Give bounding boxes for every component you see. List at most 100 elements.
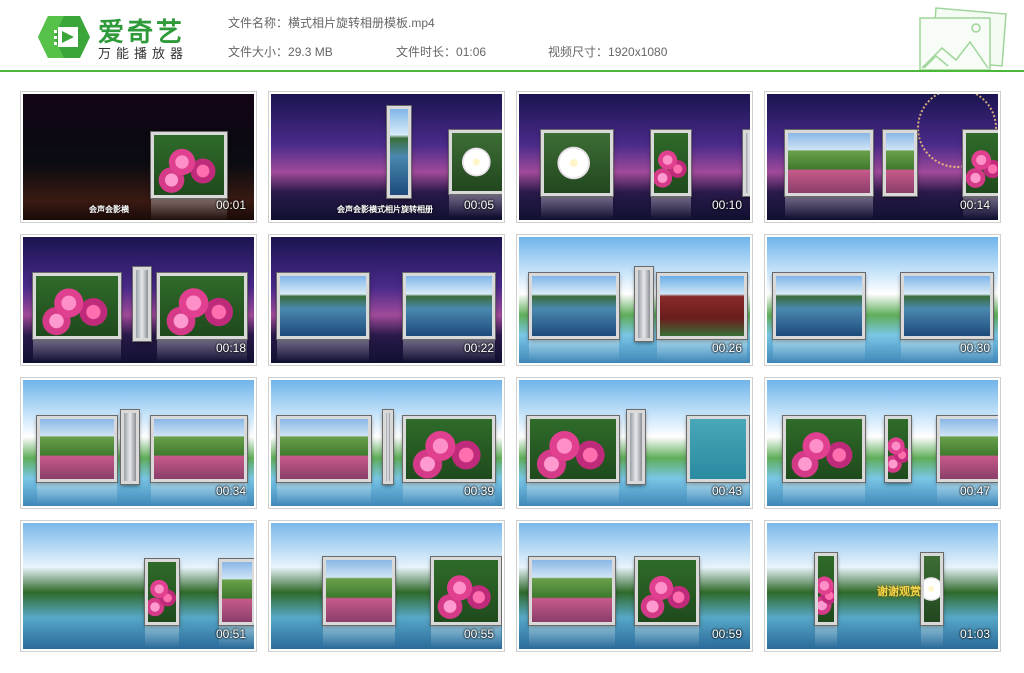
timestamp: 00:26 (711, 341, 742, 355)
photo-frame (885, 416, 911, 482)
file-name-label: 文件名称： (228, 16, 289, 30)
file-name-value: 横式相片旋转相册模板.mp4 (288, 16, 435, 30)
timestamp: 00:51 (215, 627, 246, 641)
photo-frame (815, 553, 837, 648)
photo-frame (687, 416, 749, 505)
thumbnail[interactable]: 00:10 (516, 91, 753, 223)
thumbnail[interactable]: 谢谢观赏 01:03 (764, 520, 1001, 652)
thumbnail[interactable]: 00:14 (764, 91, 1001, 223)
thumbnail[interactable]: 会声会影横式相片旋转相册 00:05 (268, 91, 505, 223)
timestamp: 00:43 (711, 484, 742, 498)
photo-frame (651, 130, 691, 219)
photo-frame (449, 130, 502, 217)
photo-frame (921, 553, 943, 648)
file-duration-label: 文件时长： (396, 45, 457, 59)
photo-frame (527, 416, 619, 505)
thumbnail[interactable]: 00:26 (516, 234, 753, 366)
photo-frame (277, 416, 371, 505)
photo-frame (963, 130, 998, 219)
timestamp: 00:18 (215, 341, 246, 355)
video-frame: 00:34 (23, 380, 254, 506)
photo-frame (635, 557, 699, 648)
video-frame: 00:47 (767, 380, 998, 506)
thumbnail[interactable]: 00:47 (764, 377, 1001, 509)
iqiyi-logo-icon (38, 16, 90, 58)
photo-frame (383, 410, 393, 484)
file-size-label: 文件大小： (228, 45, 289, 59)
timestamp: 00:14 (959, 198, 990, 212)
file-name-info: 文件名称：横式相片旋转相册模板.mp4 (228, 14, 435, 31)
photo-frame (529, 273, 619, 362)
video-frame: 00:22 (271, 237, 502, 363)
thumbnail[interactable]: 00:22 (268, 234, 505, 366)
file-duration-value: 01:06 (456, 45, 487, 59)
photo-frame (773, 273, 865, 362)
photo-stack-decoration-icon (919, 7, 1007, 70)
thumbnail[interactable]: 00:34 (20, 377, 257, 509)
file-size-info: 文件大小：29.3 MB (228, 43, 333, 60)
video-frame: 会声会影横式相片旋转相册 00:05 (271, 94, 502, 220)
photo-frame (529, 557, 615, 648)
photo-frame (403, 273, 495, 362)
video-frame: 00:14 (767, 94, 998, 220)
video-frame: 00:26 (519, 237, 750, 363)
thumbnail-grid: 会声会影横 00:01 会声会影横式相片旋转相册 00:05 00:10 00:… (20, 91, 1004, 655)
photo-frame (121, 410, 139, 484)
timestamp: 01:03 (959, 627, 990, 641)
photo-frame (151, 132, 227, 220)
timestamp: 00:05 (463, 198, 494, 212)
photo-frame (277, 273, 369, 362)
video-resolution-label: 视频尺寸： (548, 45, 609, 59)
photo-frame (37, 416, 117, 505)
photo-frame (33, 273, 121, 362)
thumbnail[interactable]: 00:59 (516, 520, 753, 652)
thumbnail[interactable]: 会声会影横 00:01 (20, 91, 257, 223)
thumbnail[interactable]: 00:30 (764, 234, 1001, 366)
photo-frame (431, 557, 501, 648)
thumbnail[interactable]: 00:43 (516, 377, 753, 509)
thumbnail[interactable]: 00:18 (20, 234, 257, 366)
photo-frame (403, 416, 495, 505)
photo-frame (937, 416, 998, 505)
frame-caption: 会声会影横 (89, 205, 129, 214)
photo-frame (743, 130, 750, 196)
photo-frame (151, 416, 247, 505)
photo-frame (145, 559, 179, 648)
timestamp: 00:10 (711, 198, 742, 212)
photo-frame (901, 273, 993, 362)
photo-frame (219, 559, 254, 648)
video-frame: 谢谢观赏 01:03 (767, 523, 998, 649)
video-frame: 00:39 (271, 380, 502, 506)
timestamp: 00:30 (959, 341, 990, 355)
photo-frame (657, 273, 747, 362)
timestamp: 00:59 (711, 627, 742, 641)
timestamp: 00:47 (959, 484, 990, 498)
video-frame: 00:18 (23, 237, 254, 363)
file-size-value: 29.3 MB (288, 45, 333, 59)
photo-frame (387, 106, 411, 198)
video-resolution-value: 1920x1080 (608, 45, 668, 59)
video-frame: 会声会影横 00:01 (23, 94, 254, 220)
photo-frame (883, 130, 917, 196)
header: 爱奇艺 万能播放器 文件名称：横式相片旋转相册模板.mp4 文件大小：29.3 … (0, 0, 1024, 72)
video-frame: 00:59 (519, 523, 750, 649)
timestamp: 00:34 (215, 484, 246, 498)
video-frame: 00:30 (767, 237, 998, 363)
photo-frame (783, 416, 865, 505)
thumbnail[interactable]: 00:39 (268, 377, 505, 509)
photo-frame (541, 130, 613, 219)
photo-frame (785, 130, 873, 219)
photo-frame (133, 267, 151, 341)
video-frame: 00:55 (271, 523, 502, 649)
video-resolution-info: 视频尺寸：1920x1080 (548, 43, 667, 60)
brand-subtitle: 万能播放器 (98, 46, 189, 61)
thumbnail[interactable]: 00:55 (268, 520, 505, 652)
brand-logo: 爱奇艺 万能播放器 (36, 12, 196, 62)
thumbnail[interactable]: 00:51 (20, 520, 257, 652)
timestamp: 00:39 (463, 484, 494, 498)
frame-caption: 会声会影横式相片旋转相册 (337, 205, 433, 214)
video-frame: 00:43 (519, 380, 750, 506)
ending-title-art: 谢谢观赏 (877, 586, 921, 598)
photo-frame (627, 410, 645, 484)
photo-frame (323, 557, 395, 648)
